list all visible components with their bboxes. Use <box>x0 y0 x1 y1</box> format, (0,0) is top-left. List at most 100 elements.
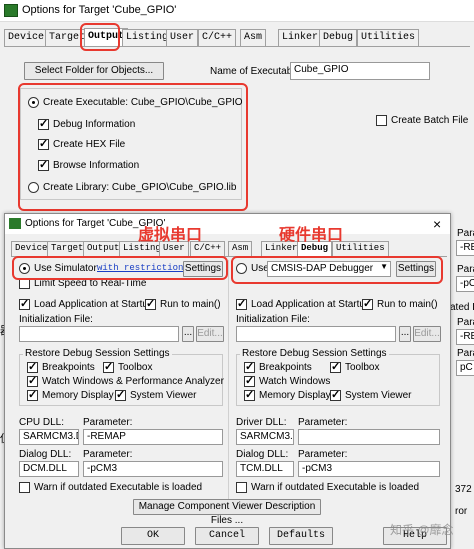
right-run-main-option[interactable]: Run to main() <box>362 297 438 311</box>
debugger-highlight <box>231 256 443 284</box>
right-sysviewer-checkbox[interactable] <box>330 388 341 401</box>
back-title-bar: Options for Target 'Cube_GPIO' <box>0 0 474 22</box>
left-watch-checkbox[interactable] <box>27 374 38 387</box>
left-warn-checkbox[interactable] <box>19 482 30 493</box>
left-dialog-param-input[interactable]: -pCM3 <box>83 461 223 477</box>
back-tab-user[interactable]: User <box>166 29 199 46</box>
driver-param-label: Parameter: <box>298 417 348 428</box>
front-tab-asm[interactable]: Asm <box>228 241 253 256</box>
left-init-file-input[interactable] <box>19 326 179 342</box>
left-memory-checkbox[interactable] <box>27 388 38 401</box>
left-dialog-dll-label: Dialog DLL: <box>19 449 72 460</box>
cancel-button[interactable]: Cancel <box>195 527 259 545</box>
create-batch-option[interactable]: Create Batch File <box>376 115 468 126</box>
left-sysviewer-label: System Viewer <box>130 390 197 402</box>
ok-button[interactable]: OK <box>121 527 185 545</box>
manage-component-viewer-button[interactable]: Manage Component Viewer Description File… <box>133 499 321 526</box>
right-load-app-option[interactable]: Load Application at Startup <box>236 297 371 311</box>
right-toolbox-option[interactable]: Toolbox <box>330 360 380 374</box>
output-tab-highlight <box>80 23 120 51</box>
right-watch-option[interactable]: Watch Windows <box>244 374 330 387</box>
back-edge-text: Para <box>457 348 474 359</box>
back-app-icon <box>4 4 18 17</box>
right-toolbox-checkbox[interactable] <box>330 360 341 373</box>
select-folder-button[interactable]: Select Folder for Objects... <box>24 62 164 80</box>
left-restore-title: Restore Debug Session Settings <box>23 348 172 359</box>
driver-param-input[interactable] <box>298 429 440 445</box>
right-memory-label: Memory Display <box>259 390 331 402</box>
defaults-button[interactable]: Defaults <box>269 527 333 545</box>
left-watch-label: Watch Windows & Performance Analyzer <box>42 376 224 388</box>
right-memory-option[interactable]: Memory Display <box>244 388 331 402</box>
left-breakpoints-checkbox[interactable] <box>27 360 38 373</box>
back-tab-bar: Device Target Output Listing User C/C++ … <box>4 28 470 47</box>
right-breakpoints-option[interactable]: Breakpoints <box>244 360 312 374</box>
right-dialog-param-label: Parameter: <box>298 449 348 460</box>
name-exec-input[interactable]: Cube_GPIO <box>290 62 430 80</box>
driver-dll-input[interactable]: SARMCM3.DLL <box>236 429 294 445</box>
right-breakpoints-label: Breakpoints <box>259 362 312 374</box>
left-run-main-label: Run to main() <box>160 299 221 311</box>
right-edit-button[interactable]: Edit... <box>413 326 441 342</box>
left-watch-option[interactable]: Watch Windows & Performance Analyzer <box>27 374 224 388</box>
back-edge-field: pC <box>456 360 474 376</box>
back-tab-cc[interactable]: C/C++ <box>198 29 237 46</box>
create-batch-checkbox[interactable] <box>376 115 387 126</box>
name-exec-label: Name of Executable: <box>210 66 303 77</box>
front-tab-device[interactable]: Device <box>11 241 52 256</box>
front-tab-bar: Device Target Output Listing User C/C++ … <box>11 241 447 257</box>
right-dialog-dll-input[interactable]: TCM.DLL <box>236 461 294 477</box>
left-toolbox-checkbox[interactable] <box>103 360 114 373</box>
right-warn-checkbox[interactable] <box>236 482 247 493</box>
left-sysviewer-checkbox[interactable] <box>115 388 126 401</box>
cpu-param-input[interactable]: -REMAP <box>83 429 223 445</box>
front-tab-output[interactable]: Output <box>83 241 124 256</box>
driver-dll-label: Driver DLL: <box>236 417 287 428</box>
right-toolbox-label: Toolbox <box>345 362 380 374</box>
left-load-app-option[interactable]: Load Application at Startup <box>19 297 154 310</box>
right-init-file-label: Initialization File: <box>236 314 310 325</box>
back-tab-asm[interactable]: Asm <box>240 29 267 46</box>
back-tab-debug[interactable]: Debug <box>319 29 358 46</box>
back-tab-linker[interactable]: Linker <box>278 29 323 46</box>
create-batch-label: Create Batch File <box>391 115 469 127</box>
left-browse-button[interactable]: ... <box>182 326 194 342</box>
cpu-dll-input[interactable]: SARMCM3.DLL <box>19 429 79 445</box>
right-warn-option[interactable]: Warn if outdated Executable is loaded <box>236 482 419 493</box>
right-restore-title: Restore Debug Session Settings <box>240 348 389 359</box>
back-tab-utilities[interactable]: Utilities <box>357 29 420 46</box>
right-watch-checkbox[interactable] <box>244 374 255 387</box>
right-run-main-label: Run to main() <box>377 299 438 311</box>
left-breakpoints-option[interactable]: Breakpoints <box>27 360 95 373</box>
cpu-dll-label: CPU DLL: <box>19 417 65 428</box>
back-tab-device[interactable]: Device <box>4 29 49 46</box>
left-memory-label: Memory Display <box>42 390 114 402</box>
right-run-main-checkbox[interactable] <box>362 297 373 310</box>
back-tab-listing[interactable]: Listing <box>122 29 173 46</box>
right-dialog-param-input[interactable]: -pCM3 <box>298 461 440 477</box>
simulator-highlight <box>12 256 228 280</box>
close-icon[interactable]: × <box>433 216 441 232</box>
back-edge-text: Para <box>457 317 474 328</box>
right-load-app-checkbox[interactable] <box>236 297 247 310</box>
back-edge-field: -RE <box>456 329 474 345</box>
left-run-main-checkbox[interactable] <box>145 297 156 310</box>
right-breakpoints-checkbox[interactable] <box>244 360 255 373</box>
cpu-param-label: Parameter: <box>83 417 133 428</box>
front-tab-target[interactable]: Target <box>47 241 88 256</box>
right-init-file-input[interactable] <box>236 326 396 342</box>
right-sysviewer-option[interactable]: System Viewer <box>330 388 412 401</box>
right-load-app-label: Load Application at Startup <box>251 299 371 311</box>
left-run-main-option[interactable]: Run to main() <box>145 297 221 311</box>
left-sysviewer-option[interactable]: System Viewer <box>115 388 197 402</box>
left-warn-option[interactable]: Warn if outdated Executable is loaded <box>19 482 202 493</box>
left-dialog-dll-input[interactable]: DCM.DLL <box>19 461 79 477</box>
left-memory-option[interactable]: Memory Display <box>27 388 114 402</box>
left-edit-button[interactable]: Edit... <box>196 326 224 342</box>
left-toolbox-option[interactable]: Toolbox <box>103 360 152 373</box>
right-warn-label: Warn if outdated Executable is loaded <box>251 482 420 494</box>
right-memory-checkbox[interactable] <box>244 388 255 401</box>
left-load-app-checkbox[interactable] <box>19 297 30 310</box>
watermark: 知乎 @靡念 <box>390 523 454 537</box>
right-browse-button[interactable]: ... <box>399 326 411 342</box>
